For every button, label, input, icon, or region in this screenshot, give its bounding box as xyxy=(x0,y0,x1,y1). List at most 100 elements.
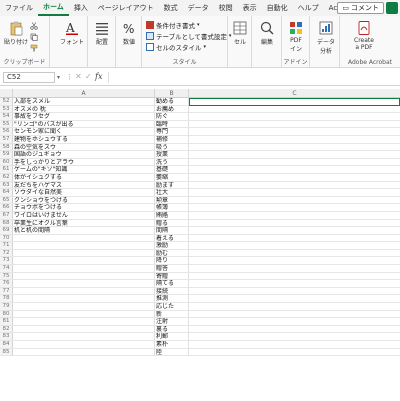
cell-a[interactable]: 手をしっかりとアラウ xyxy=(13,158,155,166)
row-number[interactable]: 58 xyxy=(0,143,13,151)
cell-a[interactable] xyxy=(13,295,155,303)
chevron-down-icon[interactable]: ▾ xyxy=(57,74,60,81)
cell-a[interactable]: 国語のジュギョウ xyxy=(13,151,155,158)
cell-b[interactable]: 基礎 xyxy=(155,166,189,173)
cell-a[interactable] xyxy=(13,249,155,257)
row-number[interactable]: 85 xyxy=(0,348,13,356)
cut-icon[interactable] xyxy=(30,22,38,30)
cell-c[interactable] xyxy=(189,257,400,264)
row-number[interactable]: 53 xyxy=(0,105,13,113)
cell-c[interactable] xyxy=(189,98,400,105)
cell-c[interactable] xyxy=(189,311,400,318)
row-number[interactable]: 78 xyxy=(0,295,13,303)
name-box[interactable]: C52 xyxy=(3,72,55,83)
cells-button[interactable]: セル xyxy=(232,20,248,46)
menu-item[interactable]: ファイル xyxy=(0,0,38,16)
cell-a[interactable] xyxy=(13,310,155,318)
cell-a[interactable]: クンショウをつける xyxy=(13,196,155,204)
select-all-corner[interactable] xyxy=(0,89,13,98)
paste-button[interactable]: 貼り付け xyxy=(4,20,28,46)
cell-c[interactable] xyxy=(189,318,400,325)
cell-b[interactable]: お薦め xyxy=(155,105,189,113)
number-button[interactable]: % 数値 xyxy=(121,20,137,46)
cell-c[interactable] xyxy=(189,273,400,280)
cell-a[interactable]: オスメの 枕 xyxy=(13,105,155,113)
format-as-table-button[interactable]: テーブルとして書式設定 ▾ xyxy=(146,31,231,41)
cell-c[interactable] xyxy=(189,242,400,249)
cell-a[interactable] xyxy=(13,325,155,333)
cell-b[interactable]: 着える xyxy=(155,234,189,242)
column-header-a[interactable]: A xyxy=(13,89,155,98)
cell-a[interactable] xyxy=(13,348,155,356)
row-number[interactable]: 69 xyxy=(0,227,13,234)
cell-b[interactable]: 洗う xyxy=(155,158,189,166)
cell-b[interactable]: 授業 xyxy=(155,151,189,158)
cell-c[interactable] xyxy=(189,128,400,135)
cell-c[interactable] xyxy=(189,212,400,219)
cell-b[interactable]: 注射 xyxy=(155,318,189,325)
cell-c[interactable] xyxy=(189,197,400,204)
row-number[interactable]: 71 xyxy=(0,242,13,249)
cell-b[interactable]: 防ぐ xyxy=(155,113,189,120)
cell-a[interactable] xyxy=(13,280,155,287)
cell-a[interactable]: チョウボをつける xyxy=(13,204,155,211)
row-number[interactable]: 74 xyxy=(0,265,13,272)
cell-c[interactable] xyxy=(189,144,400,151)
row-number[interactable]: 80 xyxy=(0,310,13,318)
row-number[interactable]: 73 xyxy=(0,257,13,265)
cell-c[interactable] xyxy=(189,349,400,356)
cell-b[interactable]: 専門 xyxy=(155,128,189,135)
cell-c[interactable] xyxy=(189,151,400,158)
cell-a[interactable] xyxy=(13,242,155,249)
insert-function-button[interactable]: fx xyxy=(95,72,102,81)
cell-a[interactable]: 卒業生にオクル言葉 xyxy=(13,219,155,227)
cell-c[interactable] xyxy=(189,235,400,242)
row-number[interactable]: 60 xyxy=(0,158,13,166)
cell-b[interactable]: 寄贈 xyxy=(155,272,189,280)
cell-a[interactable] xyxy=(13,341,155,348)
row-number[interactable]: 82 xyxy=(0,325,13,333)
row-number[interactable]: 61 xyxy=(0,166,13,173)
column-header-b[interactable]: B xyxy=(155,89,189,98)
cell-b[interactable]: 陸 xyxy=(155,348,189,356)
comment-button[interactable]: ▭ コメント xyxy=(337,2,384,14)
create-pdf-button[interactable]: Create a PDF xyxy=(354,20,374,51)
cell-c[interactable] xyxy=(189,174,400,181)
cell-a[interactable] xyxy=(13,265,155,272)
cell-b[interactable]: 帳簿 xyxy=(155,204,189,211)
cell-c[interactable] xyxy=(189,189,400,196)
menu-item[interactable]: 挿入 xyxy=(69,0,93,16)
cell-b[interactable]: 接続 xyxy=(155,287,189,295)
cell-c[interactable] xyxy=(189,166,400,173)
row-number[interactable]: 79 xyxy=(0,303,13,310)
cell-b[interactable]: 贈る xyxy=(155,219,189,227)
confirm-icon[interactable]: ✓ xyxy=(85,72,92,81)
row-number[interactable]: 55 xyxy=(0,120,13,128)
cell-a[interactable] xyxy=(13,333,155,340)
cell-a[interactable] xyxy=(13,287,155,295)
cell-c[interactable] xyxy=(189,227,400,234)
cell-a[interactable]: ゲームの"キソ"知識 xyxy=(13,166,155,173)
row-number[interactable]: 67 xyxy=(0,211,13,219)
row-number[interactable]: 72 xyxy=(0,249,13,257)
row-number[interactable]: 64 xyxy=(0,189,13,196)
row-number[interactable]: 76 xyxy=(0,280,13,287)
cell-c[interactable] xyxy=(189,303,400,310)
cell-c[interactable] xyxy=(189,159,400,166)
cell-c[interactable] xyxy=(189,182,400,189)
cell-a[interactable] xyxy=(13,272,155,280)
cell-c[interactable] xyxy=(189,280,400,287)
menu-item[interactable]: ページレイアウト xyxy=(93,0,159,16)
cell-b[interactable]: 萎縮 xyxy=(155,173,189,181)
row-number[interactable]: 84 xyxy=(0,341,13,348)
data-analysis-button[interactable]: データ 分析 xyxy=(317,20,335,55)
menu-item[interactable]: ホーム xyxy=(38,1,69,16)
row-number[interactable]: 81 xyxy=(0,318,13,325)
cell-b[interactable]: 励む xyxy=(155,249,189,257)
row-number[interactable]: 65 xyxy=(0,196,13,204)
row-number[interactable]: 66 xyxy=(0,204,13,211)
menu-item[interactable]: 自動化 xyxy=(262,0,293,16)
row-number[interactable]: 54 xyxy=(0,113,13,120)
row-number[interactable]: 59 xyxy=(0,151,13,158)
cell-b[interactable]: 激励 xyxy=(155,242,189,249)
